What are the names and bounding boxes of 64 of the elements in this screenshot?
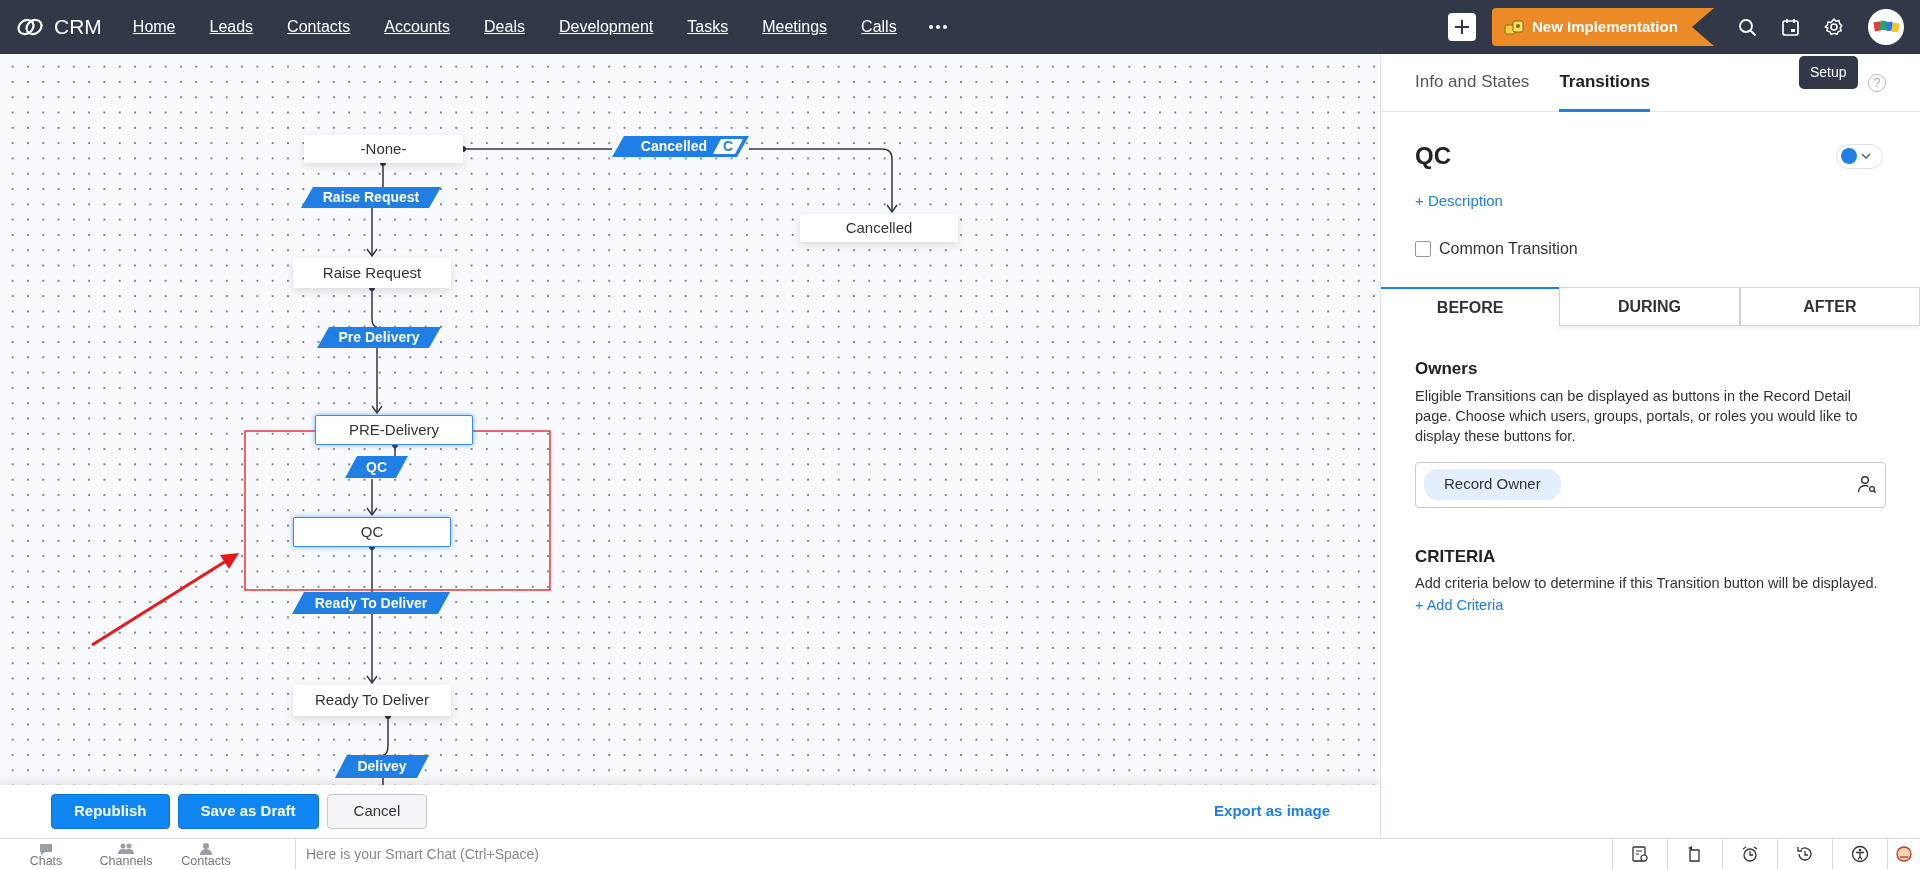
transition-label[interactable]: QC: [345, 456, 408, 478]
history-icon[interactable]: [1796, 845, 1814, 863]
nav-link[interactable]: Leads: [192, 15, 271, 39]
nav-link[interactable]: Tasks: [670, 15, 746, 39]
section-description: Add criteria below to determine if this Transition button will be displayed.: [1415, 574, 1879, 593]
chat-tab-label[interactable]: Contacts: [181, 854, 231, 867]
transition-label[interactable]: Delivey: [335, 755, 429, 778]
nav-link[interactable]: Accounts: [367, 15, 468, 39]
state-node[interactable]: Cancelled: [800, 214, 958, 242]
contacts-icon[interactable]: [198, 841, 214, 855]
chat-icon[interactable]: [38, 841, 54, 855]
phase-tab[interactable]: AFTER: [1739, 287, 1920, 326]
checkbox-label: Common Transition: [1439, 239, 1578, 259]
state-node[interactable]: Raise Request: [293, 258, 451, 288]
phase-tab[interactable]: DURING: [1559, 287, 1740, 326]
transition-badge: C: [713, 139, 743, 154]
search-icon[interactable]: [1738, 17, 1757, 37]
document-icon[interactable]: [1631, 845, 1649, 863]
transition-label[interactable]: Pre Delivery: [317, 327, 441, 348]
calendar-icon[interactable]: [1781, 17, 1800, 37]
nav-link[interactable]: Calls: [844, 15, 914, 39]
export-link[interactable]: Export as image: [1214, 800, 1330, 823]
primary-button[interactable]: Save as Draft: [177, 794, 319, 829]
coins-icon: [1504, 19, 1524, 35]
section-heading: Owners: [1415, 358, 1479, 380]
settings-icon[interactable]: [1824, 17, 1844, 37]
channels-icon[interactable]: [118, 841, 134, 855]
transition-title: QC: [1415, 141, 1451, 171]
state-node[interactable]: PRE-Delivery: [315, 415, 473, 445]
state-node[interactable]: QC: [293, 517, 451, 547]
brand-name[interactable]: CRM: [54, 11, 102, 43]
avatar-icon[interactable]: [1868, 9, 1904, 45]
color-picker[interactable]: [1836, 143, 1883, 169]
owner-chip[interactable]: Record Owner: [1424, 469, 1561, 500]
state-node[interactable]: -None-: [304, 135, 463, 163]
chat-tab-label[interactable]: Chats: [29, 854, 63, 867]
more-icon[interactable]: [927, 23, 948, 31]
caret-icon: [1861, 152, 1871, 160]
section-heading: CRITERIA: [1415, 545, 1497, 568]
add-description-link[interactable]: + Description: [1415, 190, 1503, 213]
accessibility-icon[interactable]: [1851, 845, 1869, 863]
alarm-clock-icon[interactable]: [1741, 845, 1759, 863]
user-search-icon[interactable]: [1857, 475, 1877, 494]
primary-button[interactable]: Republish: [51, 794, 170, 829]
tooltip: Setup: [1799, 56, 1858, 89]
state-node[interactable]: Ready To Deliver: [293, 685, 451, 716]
chat-tab-label[interactable]: Channels: [99, 854, 153, 867]
panel-tab[interactable]: Info and States: [1415, 53, 1530, 112]
nav-link[interactable]: Deals: [467, 15, 542, 39]
cancel-button[interactable]: Cancel: [326, 794, 428, 829]
nav-link[interactable]: Contacts: [270, 15, 368, 39]
add-criteria-link[interactable]: + Add Criteria: [1415, 597, 1504, 613]
nav-link[interactable]: Development: [541, 15, 671, 39]
checkbox[interactable]: [1415, 241, 1431, 257]
nav-link[interactable]: Meetings: [745, 15, 845, 39]
plus-icon: [1454, 19, 1470, 35]
owners-field[interactable]: Record Owner: [1415, 461, 1886, 508]
section-description: Eligible Transitions can be displayed as buttons in the Record Detail page. Choose which users, groups, portals, or roles you would like to display these buttons for.: [1415, 386, 1859, 446]
nav-link[interactable]: Home: [115, 15, 193, 39]
transition-label[interactable]: Cancelled C: [612, 136, 749, 157]
transition-label[interactable]: Raise Request: [301, 187, 441, 208]
transition-label[interactable]: Ready To Deliver: [292, 592, 450, 614]
panel-tab[interactable]: Transitions: [1559, 53, 1651, 112]
add-button[interactable]: [1448, 13, 1476, 41]
